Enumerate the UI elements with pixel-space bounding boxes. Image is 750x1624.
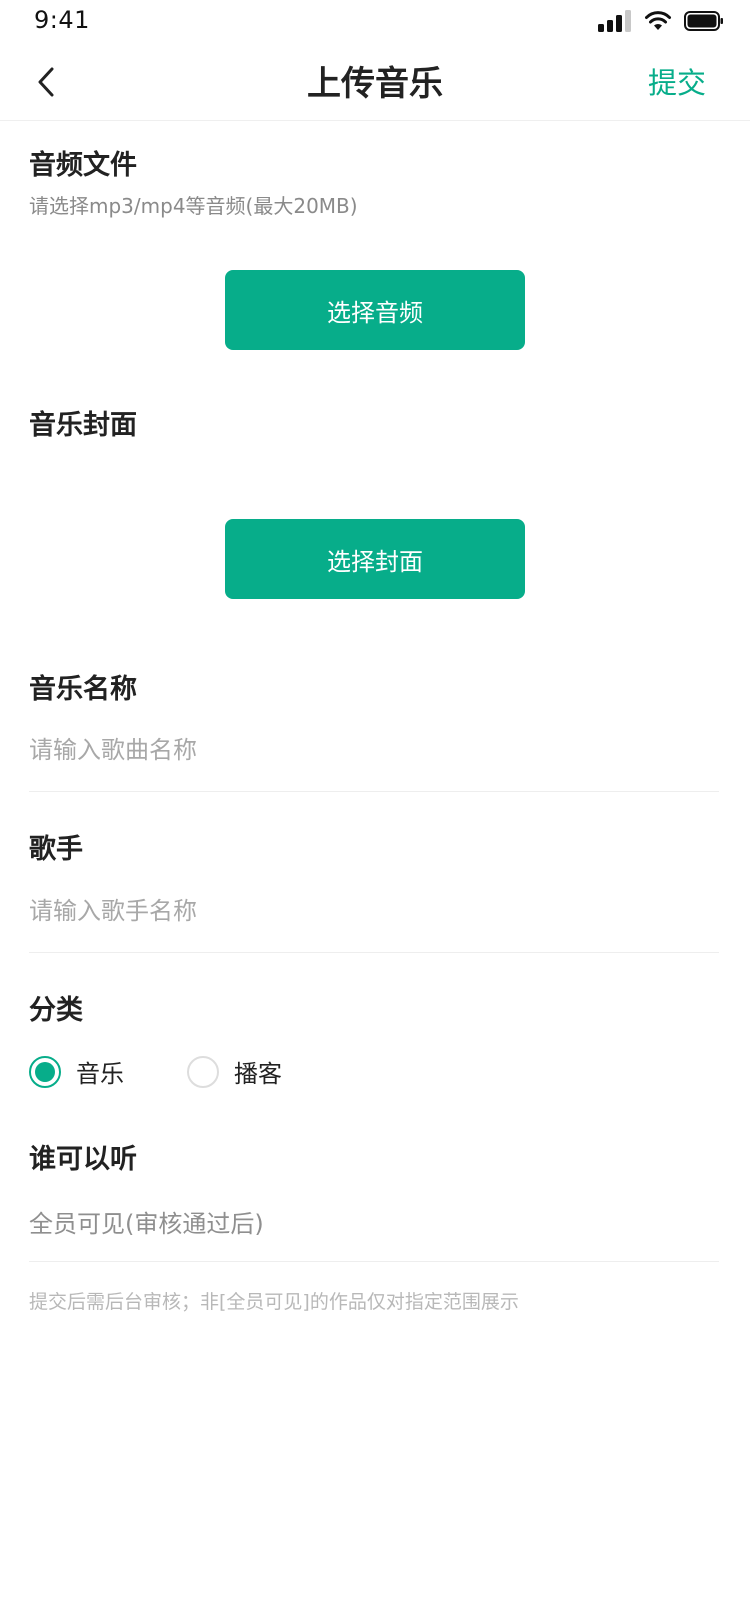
music-name-label: 音乐名称 xyxy=(29,674,137,705)
music-name-input[interactable] xyxy=(29,722,719,778)
who-can-listen-label: 谁可以听 xyxy=(29,1144,137,1175)
submit-button[interactable]: 提交 xyxy=(648,60,706,102)
chevron-left-icon xyxy=(38,67,54,97)
visibility-selector[interactable]: 全员可见(审核通过后) xyxy=(29,1204,264,1239)
review-note: 提交后需后台审核；非[全员可见]的作品仅对指定范围展示 xyxy=(29,1291,519,1313)
select-audio-button[interactable]: 选择音频 xyxy=(225,270,525,350)
category-option-label: 音乐 xyxy=(76,1060,124,1088)
cellular-signal-icon xyxy=(598,10,631,32)
category-option-label: 播客 xyxy=(234,1060,282,1088)
singer-label: 歌手 xyxy=(29,834,83,865)
back-button[interactable] xyxy=(22,58,70,106)
divider xyxy=(29,791,719,792)
music-cover-label: 音乐封面 xyxy=(29,410,137,441)
radio-unchecked-icon xyxy=(187,1055,219,1088)
category-option-music[interactable]: 音乐 xyxy=(29,1054,124,1089)
category-option-podcast[interactable]: 播客 xyxy=(187,1054,282,1089)
status-time: 9:41 xyxy=(34,6,90,34)
select-cover-button[interactable]: 选择封面 xyxy=(225,519,525,599)
status-bar: 9:41 xyxy=(0,0,750,44)
divider xyxy=(29,1261,719,1262)
radio-dot xyxy=(35,1061,55,1082)
radio-checked-icon xyxy=(29,1055,61,1088)
audio-file-label: 音频文件 xyxy=(29,150,137,181)
wifi-icon xyxy=(645,11,671,30)
page-title: 上传音乐 xyxy=(307,64,443,104)
category-label: 分类 xyxy=(29,995,83,1026)
divider xyxy=(29,952,719,953)
nav-bar: 上传音乐 提交 xyxy=(0,44,750,121)
singer-name-input[interactable] xyxy=(29,883,719,939)
battery-icon xyxy=(684,11,723,31)
status-icons xyxy=(598,8,724,34)
audio-file-hint: 请选择mp3/mp4等音频(最大20MB) xyxy=(29,194,358,218)
